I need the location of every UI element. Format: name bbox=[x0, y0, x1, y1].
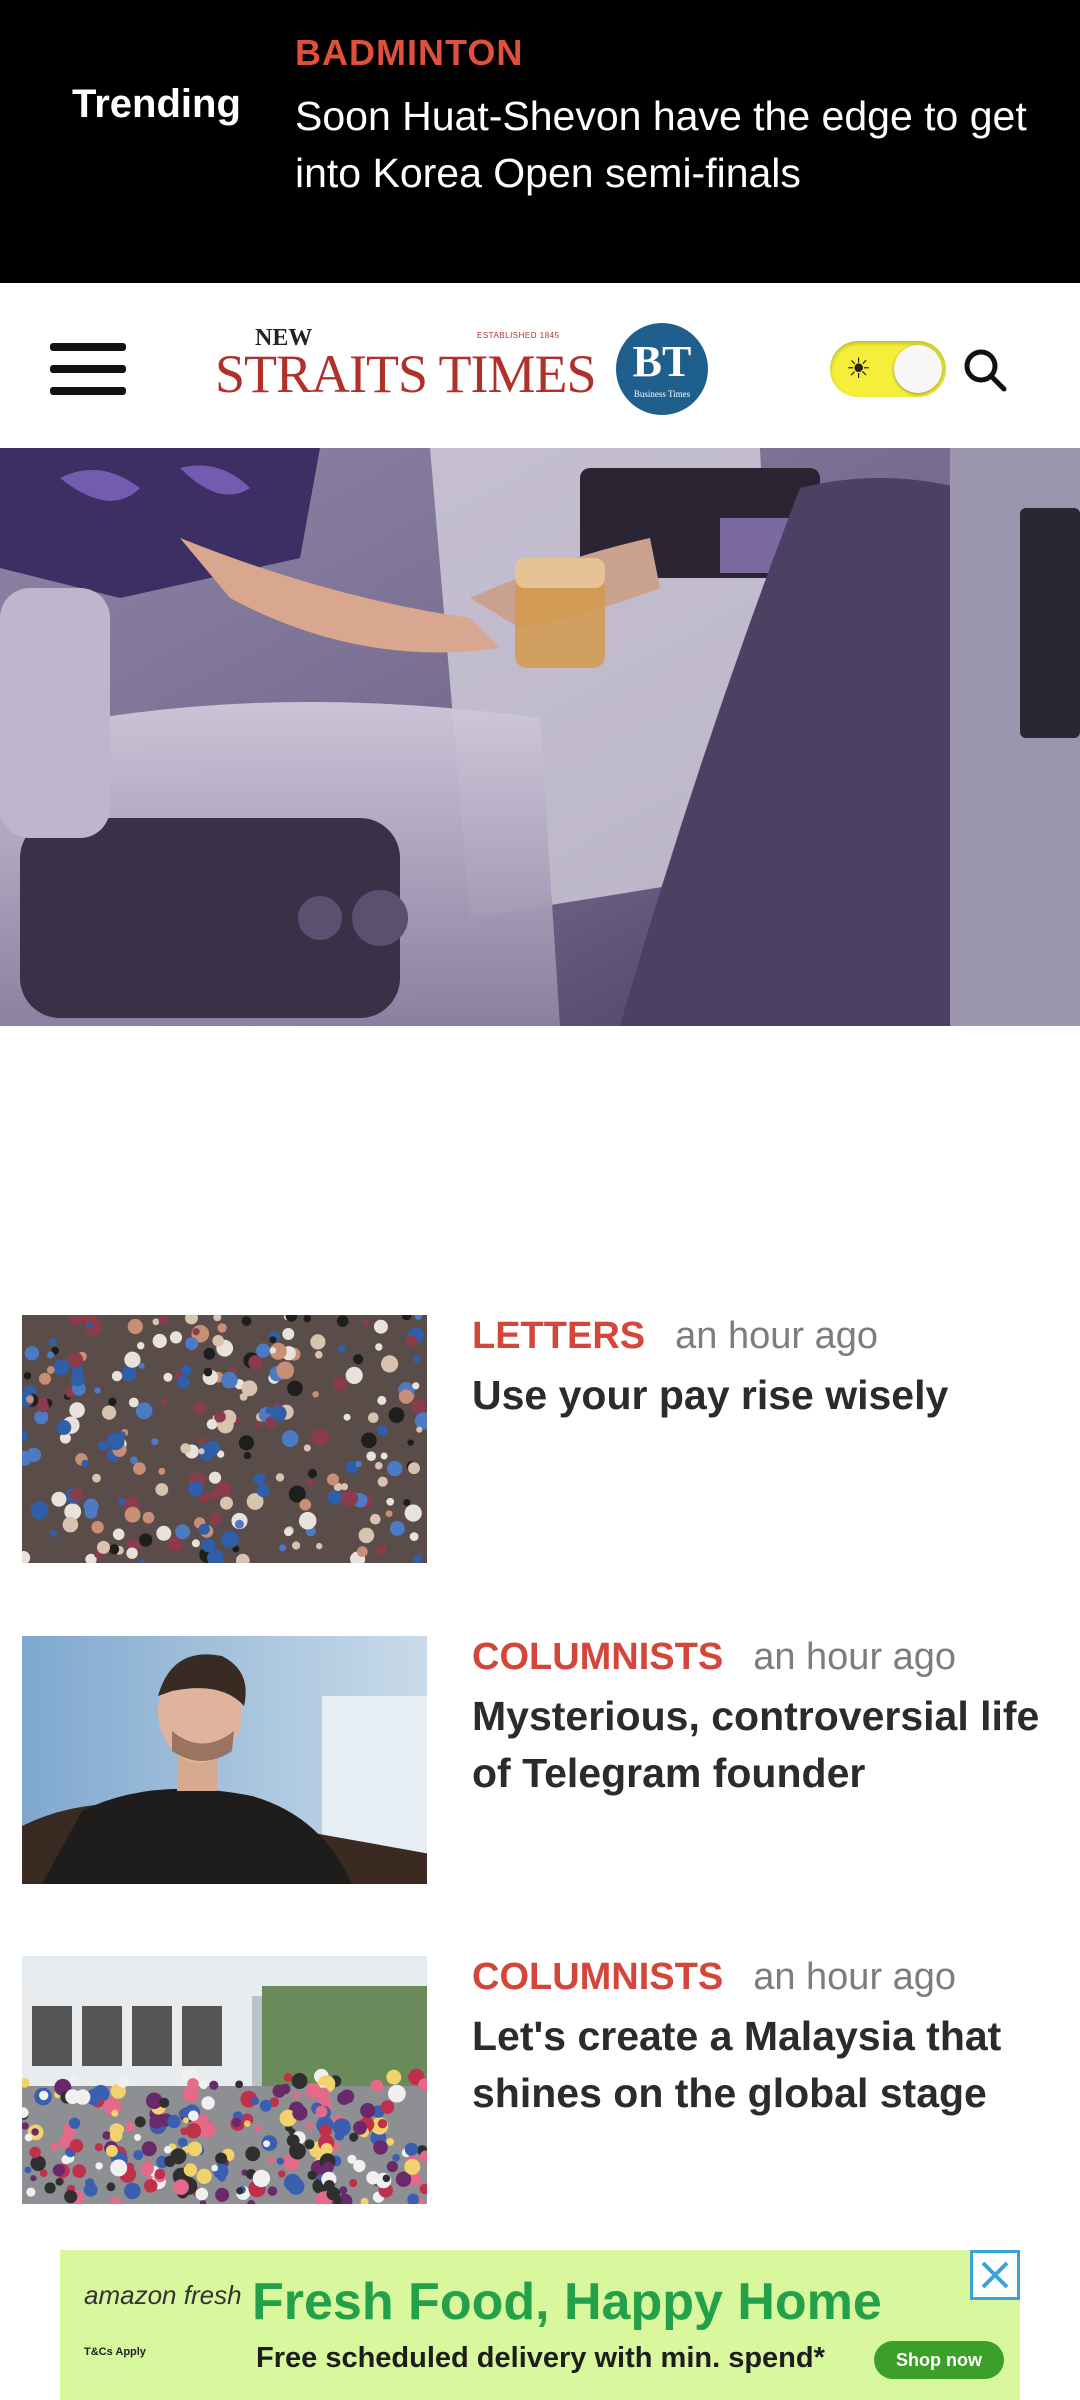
article-headline[interactable]: Mysterious, controversial life of Telegr… bbox=[472, 1688, 1052, 1802]
new-straits-times-logo[interactable]: NEW ESTABLISHED 1845 STRAITS TIMES bbox=[215, 325, 597, 405]
article-category[interactable]: COLUMNISTS bbox=[472, 1956, 723, 1998]
trending-category[interactable]: BADMINTON bbox=[295, 32, 523, 74]
ad-title: Fresh Food, Happy Home bbox=[252, 2273, 882, 2331]
article-meta: LETTERS an hour ago bbox=[472, 1315, 878, 1358]
trending-headline[interactable]: Soon Huat-Shevon have the edge to get in… bbox=[295, 88, 1035, 202]
close-icon[interactable] bbox=[970, 2250, 1020, 2300]
bt-logo-subtext: Business Times bbox=[633, 389, 691, 399]
menu-icon[interactable] bbox=[50, 343, 126, 395]
article-time: an hour ago bbox=[753, 1636, 957, 1678]
logo-main-text: STRAITS TIMES bbox=[215, 344, 597, 404]
ad-shop-now-button[interactable]: Shop now bbox=[874, 2341, 1004, 2379]
trending-bar[interactable]: Trending BADMINTON Soon Huat-Shevon have… bbox=[0, 0, 1080, 283]
article-headline[interactable]: Let's create a Malaysia that shines on t… bbox=[472, 2008, 1052, 2122]
hero-image[interactable] bbox=[0, 448, 1080, 1026]
logo-established-text: ESTABLISHED 1845 bbox=[477, 331, 560, 340]
site-header: NEW ESTABLISHED 1845 STRAITS TIMES BT Bu… bbox=[0, 283, 1080, 448]
business-times-logo[interactable]: BT Business Times bbox=[616, 323, 708, 415]
ad-subtitle: Free scheduled delivery with min. spend* bbox=[256, 2342, 825, 2374]
trending-label: Trending bbox=[72, 82, 241, 126]
ad-fine-print: T&Cs Apply bbox=[84, 2346, 146, 2358]
toggle-knob bbox=[894, 345, 942, 393]
article-thumbnail[interactable] bbox=[22, 1636, 427, 1884]
ad-brand-logo: amazon fresh bbox=[84, 2280, 242, 2310]
article-headline[interactable]: Use your pay rise wisely bbox=[472, 1367, 1052, 1424]
article-category[interactable]: LETTERS bbox=[472, 1315, 645, 1357]
article-meta: COLUMNISTS an hour ago bbox=[472, 1636, 956, 1679]
article-category[interactable]: COLUMNISTS bbox=[472, 1636, 723, 1678]
article-thumbnail[interactable] bbox=[22, 1315, 427, 1563]
article-meta: COLUMNISTS an hour ago bbox=[472, 1956, 956, 1999]
article-thumbnail[interactable] bbox=[22, 1956, 427, 2204]
sun-icon: ☀ bbox=[846, 353, 872, 384]
search-icon[interactable] bbox=[960, 345, 1010, 395]
article-time: an hour ago bbox=[753, 1956, 957, 1998]
article-time: an hour ago bbox=[675, 1315, 878, 1357]
list-item[interactable]: COLUMNISTS an hour ago Mysterious, contro… bbox=[0, 1636, 1080, 1886]
bt-logo-text: BT bbox=[632, 337, 692, 386]
theme-toggle[interactable]: ☀ bbox=[830, 341, 946, 397]
ad-banner[interactable]: amazon fresh Fresh Food, Happy Home T&Cs… bbox=[60, 2250, 1020, 2400]
list-item[interactable]: COLUMNISTS an hour ago Let's create a Mal… bbox=[0, 1956, 1080, 2206]
list-item[interactable]: LETTERS an hour ago Use your pay rise wis… bbox=[0, 1315, 1080, 1565]
